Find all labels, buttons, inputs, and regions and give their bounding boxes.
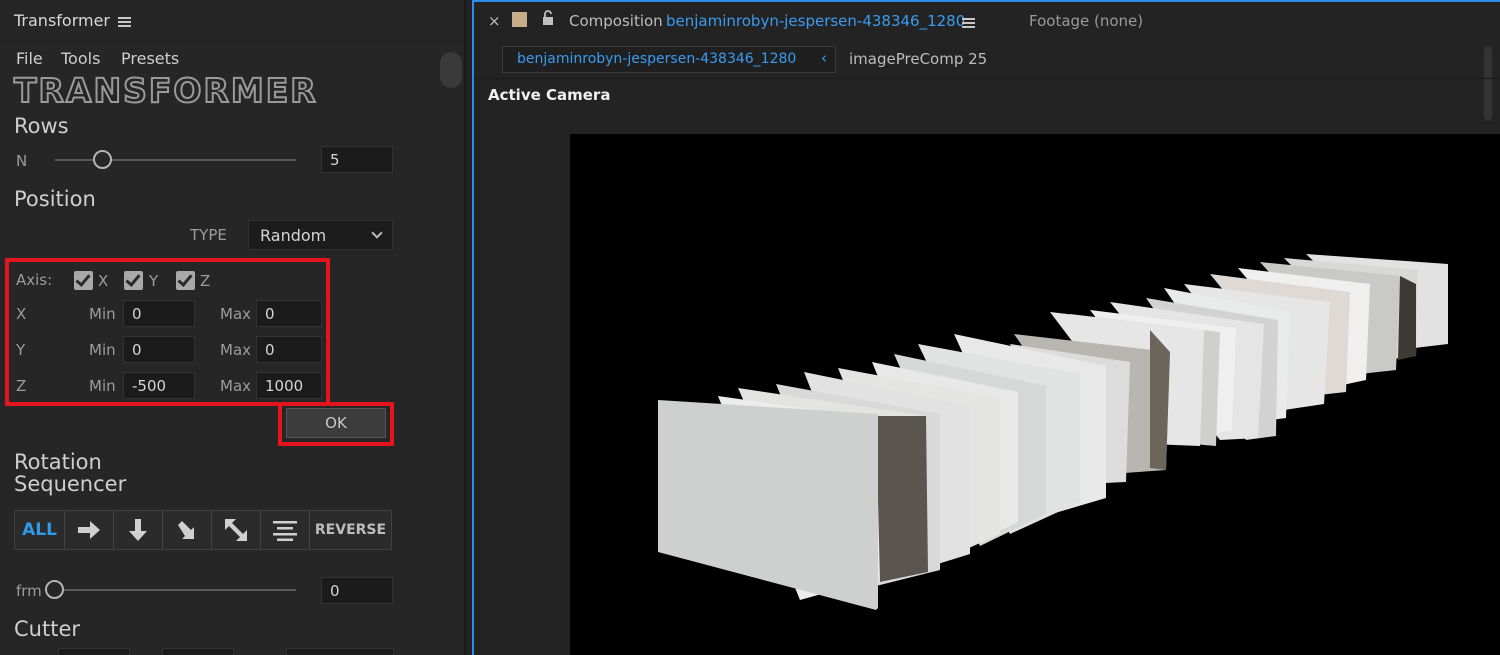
arrow-down-icon (129, 519, 147, 541)
breadcrumb-active-label: benjaminrobyn-jespersen-438346_1280 (517, 51, 797, 67)
sequence-diagonal-both-button[interactable] (212, 511, 261, 549)
sequence-right-button[interactable] (65, 511, 114, 549)
axis-label: Axis: (16, 271, 53, 289)
rows-n-input[interactable]: 5 (321, 146, 393, 173)
y-min-input[interactable]: 0 (123, 336, 195, 363)
breadcrumb-next[interactable]: imagePreComp 25 (849, 50, 987, 68)
menu-presets[interactable]: Presets (121, 49, 179, 68)
range-z-label: Z (16, 377, 27, 395)
composition-tab-bar: × Composition benjaminrobyn-jespersen-43… (474, 2, 1500, 42)
range-y-max-label: Max (220, 341, 252, 359)
layered-image-cards (658, 254, 1448, 610)
z-max-input[interactable]: 1000 (256, 372, 322, 399)
rotation-heading: Rotation (14, 450, 102, 474)
range-y-min-label: Min (89, 341, 116, 359)
sequence-reverse-button[interactable]: REVERSE (310, 511, 391, 549)
cutter-field-2[interactable] (162, 648, 234, 655)
rows-slider-track[interactable] (55, 159, 296, 161)
cutter-field-1[interactable] (58, 648, 130, 655)
rows-slider-handle[interactable] (93, 150, 113, 169)
arrow-diagonal-down-icon (178, 521, 194, 539)
close-tab-icon[interactable]: × (488, 12, 501, 30)
cutter-field-3[interactable] (286, 648, 394, 655)
position-heading: Position (14, 187, 96, 211)
axis-x-label: X (98, 272, 109, 290)
range-x-min-label: Min (89, 305, 116, 323)
frm-label: frm (16, 582, 42, 600)
sequencer-button-row: ALL REVERSE (14, 510, 392, 550)
frm-input[interactable]: 0 (321, 577, 393, 604)
panel-scrollbar[interactable] (440, 52, 462, 88)
sequence-center-button[interactable] (261, 511, 310, 549)
transformer-logo: TRANSFORMER (13, 70, 318, 111)
x-max-input[interactable]: 0 (256, 300, 322, 327)
composition-label: Composition (569, 12, 663, 30)
unlock-icon[interactable] (542, 10, 554, 26)
sequence-down-button[interactable] (114, 511, 163, 549)
axis-z-label: Z (200, 272, 211, 290)
sequence-diagonal-down-button[interactable] (163, 511, 212, 549)
composition-panel: × Composition benjaminrobyn-jespersen-43… (472, 0, 1500, 655)
divider (474, 78, 1500, 79)
breadcrumb-active[interactable]: benjaminrobyn-jespersen-438346_1280 ‹ (502, 46, 836, 73)
align-center-icon (273, 521, 297, 541)
frm-slider-track[interactable] (54, 589, 296, 591)
axis-x-checkbox[interactable] (74, 271, 93, 290)
ok-button[interactable]: OK (286, 408, 386, 438)
frm-slider-handle[interactable] (45, 580, 64, 599)
position-type-value: Random (260, 226, 327, 245)
x-min-input[interactable]: 0 (123, 300, 195, 327)
panel-menu-icon[interactable] (118, 15, 131, 29)
range-x-label: X (16, 305, 27, 323)
rows-heading: Rows (14, 114, 69, 138)
menu-file[interactable]: File (16, 49, 43, 68)
chevron-down-icon (371, 227, 383, 239)
position-type-dropdown[interactable]: Random (248, 220, 393, 250)
arrow-diagonal-both-icon (225, 519, 247, 541)
panel-tab-bar: Transformer (0, 0, 466, 42)
transformer-panel: Transformer File Tools Presets TRANSFORM… (0, 0, 466, 655)
footage-label[interactable]: Footage (1029, 12, 1089, 30)
composition-name[interactable]: benjaminrobyn-jespersen-438346_1280 (666, 12, 965, 30)
viewer-camera-label: Active Camera (488, 86, 611, 104)
composition-color-swatch (512, 12, 527, 27)
axis-y-checkbox[interactable] (124, 271, 143, 290)
type-label: TYPE (190, 226, 227, 244)
menu-tools[interactable]: Tools (61, 49, 100, 68)
chevron-left-icon: ‹ (821, 49, 827, 67)
y-max-input[interactable]: 0 (256, 336, 322, 363)
z-min-input[interactable]: -500 (123, 372, 195, 399)
sequence-all-button[interactable]: ALL (15, 511, 65, 549)
sequencer-heading: Sequencer (14, 472, 127, 496)
rows-n-label: N (16, 152, 28, 170)
axis-y-label: Y (149, 272, 159, 290)
axis-z-checkbox[interactable] (176, 271, 195, 290)
range-x-max-label: Max (220, 305, 252, 323)
range-y-label: Y (16, 341, 26, 359)
arrow-right-icon (78, 521, 100, 539)
panel-title: Transformer (14, 11, 111, 30)
range-z-max-label: Max (220, 377, 252, 395)
footage-value: (none) (1094, 12, 1144, 30)
range-z-min-label: Min (89, 377, 116, 395)
panel-scrollbar-right[interactable] (1484, 46, 1492, 121)
cutter-heading: Cutter (14, 617, 80, 641)
composition-viewer[interactable] (570, 134, 1500, 655)
composition-menu-icon[interactable] (962, 16, 975, 30)
